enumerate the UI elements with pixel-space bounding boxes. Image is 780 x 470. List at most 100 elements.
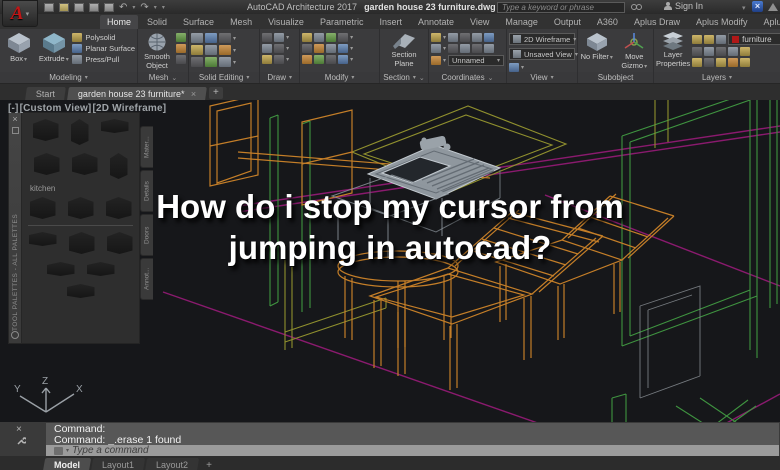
circle-icon[interactable]	[262, 44, 272, 53]
move-icon[interactable]	[302, 33, 312, 42]
mesh-icon-3[interactable]	[176, 55, 186, 64]
smooth-object-button[interactable]: Smooth Object	[140, 31, 174, 70]
layer-icon-10[interactable]	[740, 58, 750, 67]
layer-icon-3[interactable]	[716, 47, 726, 56]
close-tab-icon[interactable]: ×	[191, 89, 196, 99]
ucs-icon-4[interactable]	[484, 33, 494, 42]
viewport-config-icon[interactable]	[509, 63, 519, 72]
save-as-icon[interactable]	[89, 3, 99, 12]
layer-icon-5[interactable]	[740, 47, 750, 56]
tab-aplus-tools[interactable]: Aplus Tools	[757, 15, 780, 29]
redo-icon[interactable]: ↷	[140, 3, 148, 12]
intersect-icon[interactable]	[219, 33, 231, 43]
tab-insert[interactable]: Insert	[372, 15, 409, 29]
tab-start[interactable]: Start	[25, 87, 66, 100]
tab-manage[interactable]: Manage	[498, 15, 545, 29]
mesh-icon-2[interactable]	[176, 44, 186, 53]
layer-dropdown[interactable]: furniture▾	[728, 33, 780, 45]
new-layout-button[interactable]: +	[200, 460, 218, 470]
rotate-icon[interactable]	[314, 33, 324, 42]
panel-label-draw[interactable]: Draw▾	[260, 72, 299, 83]
ucs-icon-8[interactable]	[472, 44, 482, 53]
layer-icon-1[interactable]	[692, 47, 702, 56]
command-input[interactable]: ▾ Type a command	[46, 445, 779, 456]
tab-parametric[interactable]: Parametric	[313, 15, 371, 29]
drawer-cabinet-tool[interactable]	[72, 153, 98, 175]
line-icon[interactable]	[262, 33, 272, 42]
new-tab-button[interactable]: +	[209, 87, 223, 99]
exchange-apps-icon[interactable]: ×	[752, 1, 763, 12]
close-icon[interactable]: ×	[12, 115, 17, 124]
tab-layout2[interactable]: Layout2	[145, 458, 199, 470]
panel-label-modeling[interactable]: Modeling▾	[0, 72, 137, 83]
layer-icon-2[interactable]	[704, 47, 714, 56]
arc-icon[interactable]	[274, 33, 284, 42]
mirror-icon[interactable]	[302, 44, 312, 53]
layer-properties-button[interactable]: Layer Properties	[656, 31, 690, 68]
ellipse-icon[interactable]	[274, 44, 284, 53]
panel-label-section[interactable]: Section▾⌄	[380, 72, 428, 83]
ucs-world-icon[interactable]	[431, 33, 441, 42]
sign-in-button[interactable]: Sign In	[664, 1, 703, 11]
tall-cabinet-tool[interactable]	[71, 119, 89, 145]
redo-caret-icon[interactable]: ▾	[154, 4, 157, 11]
panel-label-mesh[interactable]: Mesh⌄	[138, 72, 188, 83]
tab-output[interactable]: Output	[547, 15, 588, 29]
autohide-pin-icon[interactable]	[12, 127, 19, 134]
ucs-icon-6[interactable]	[448, 44, 458, 53]
tab-annotate[interactable]: Annotate	[411, 15, 461, 29]
join-icon[interactable]	[338, 55, 348, 64]
kitchen-cabinet-tool[interactable]	[33, 119, 59, 141]
visual-style-dropdown[interactable]: 2D Wireframe▾	[509, 33, 575, 45]
stretch-icon[interactable]	[326, 44, 336, 53]
undo-caret-icon[interactable]: ▾	[132, 4, 135, 11]
polysolid-button[interactable]: Polysolid	[72, 33, 135, 42]
table-tool[interactable]	[67, 284, 95, 298]
shell-icon[interactable]	[219, 45, 231, 55]
tab-aplus-draw[interactable]: Aplus Draw	[627, 15, 687, 29]
search-input[interactable]	[497, 2, 625, 13]
tab-model[interactable]: Model	[43, 458, 91, 470]
ucs-icon-5[interactable]	[431, 44, 441, 53]
tab-home[interactable]: Home	[100, 15, 138, 29]
union-icon[interactable]	[191, 33, 203, 43]
palette-tab-materials[interactable]: Mater...	[140, 126, 153, 168]
named-view-dropdown[interactable]: Unsaved View▾	[509, 48, 575, 60]
subtract-icon[interactable]	[205, 33, 217, 43]
interfere-icon[interactable]	[205, 57, 217, 67]
sign-in-caret-icon[interactable]: ▾	[742, 4, 746, 12]
layer-on-icon[interactable]	[692, 35, 702, 44]
open-file-icon[interactable]	[59, 3, 69, 12]
taper-face-icon[interactable]	[205, 45, 217, 55]
command-caret-icon[interactable]: ▾	[66, 447, 69, 454]
no-filter-button[interactable]: No Filter▾	[580, 31, 614, 62]
narrow-cabinet-tool[interactable]	[110, 153, 128, 179]
layer-thaw-icon[interactable]	[704, 35, 714, 44]
copy-icon[interactable]	[338, 33, 348, 42]
layer-lock-icon[interactable]	[716, 35, 726, 44]
erase-icon[interactable]	[302, 55, 312, 64]
qat-customize-icon[interactable]: ▾	[162, 4, 165, 11]
search-icon[interactable]	[631, 4, 642, 10]
visual-style-controls-menu[interactable]: [2D Wireframe]	[92, 103, 166, 114]
tab-view[interactable]: View	[463, 15, 496, 29]
view-controls-menu[interactable]: [Custom View]	[20, 103, 92, 114]
tab-mesh[interactable]: Mesh	[223, 15, 259, 29]
tab-document[interactable]: garden house 23 furniture*×	[67, 87, 207, 100]
panel-label-layers[interactable]: Layers▾	[654, 72, 780, 83]
communication-center-icon[interactable]	[768, 3, 778, 11]
viewport-controls-menu[interactable]: [-]	[8, 103, 19, 114]
ucs-icon-3[interactable]	[472, 33, 482, 42]
tab-aplus-modify[interactable]: Aplus Modify	[689, 15, 755, 29]
trim-icon[interactable]	[326, 33, 336, 42]
panel-label-coordinates[interactable]: Coordinates⌄	[429, 72, 506, 83]
fillet-edge-icon[interactable]	[191, 45, 203, 55]
drawing-viewport[interactable]: [-][Custom View][2D Wireframe] × TOOL PA…	[0, 100, 780, 422]
imprint-icon[interactable]	[219, 57, 231, 67]
layer-icon-8[interactable]	[716, 58, 726, 67]
explode-icon[interactable]	[314, 55, 324, 64]
ucs-icon-10[interactable]	[431, 56, 441, 65]
polyline-icon[interactable]	[274, 55, 284, 64]
scale-icon[interactable]	[314, 44, 324, 53]
tab-a360[interactable]: A360	[590, 15, 625, 29]
